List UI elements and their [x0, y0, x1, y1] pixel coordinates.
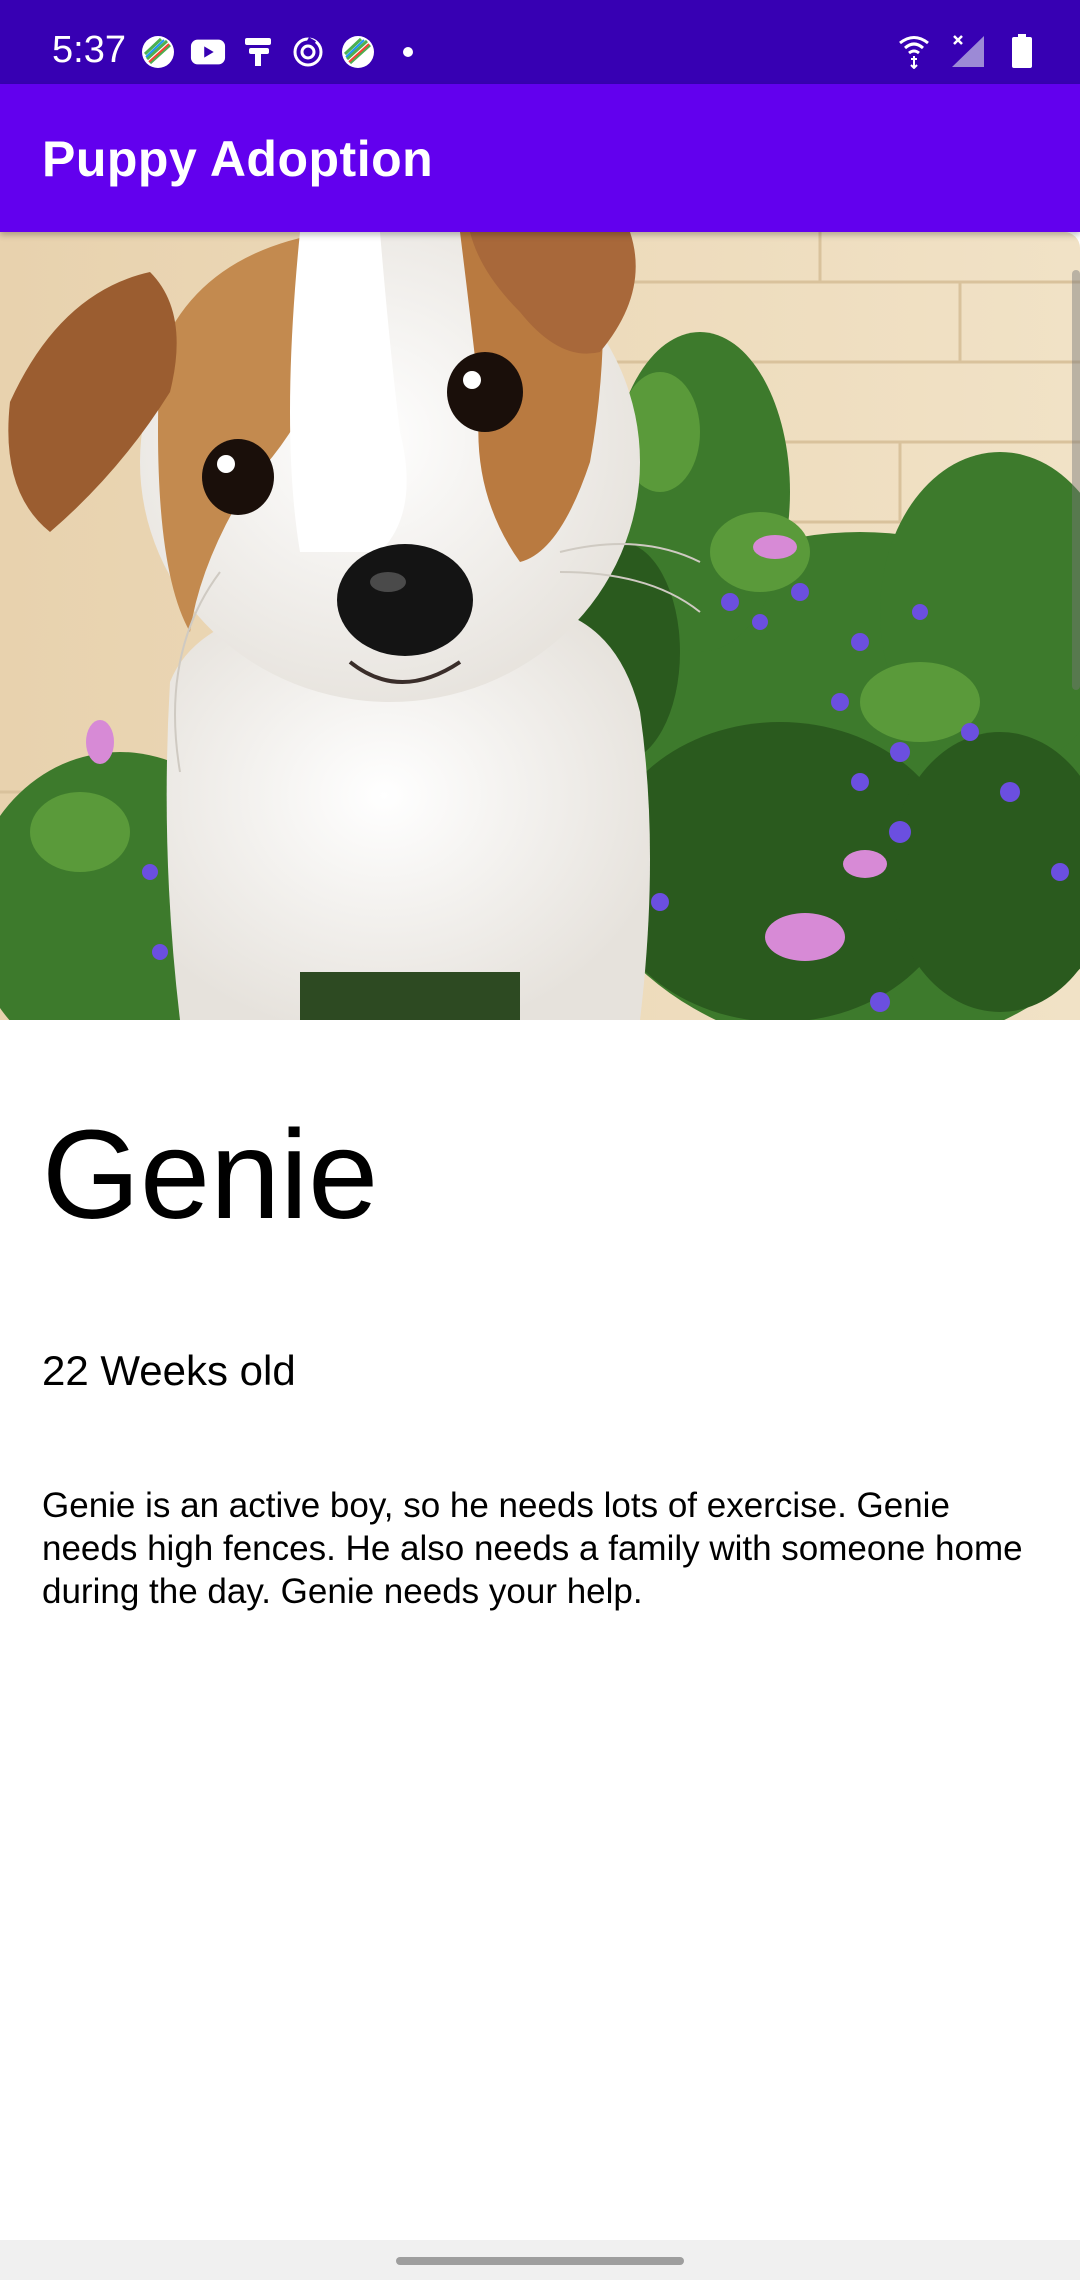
status-bar: 5:37: [0, 0, 1080, 84]
scrollbar[interactable]: [1072, 270, 1080, 690]
puppy-description: Genie is an active boy, so he needs lots…: [42, 1486, 1023, 1611]
app-title: Puppy Adoption: [42, 131, 434, 187]
sports-ball-icon: [340, 34, 376, 70]
sports-ball-icon: [140, 34, 176, 70]
navigation-bar: [0, 2240, 1080, 2280]
app-bar: Puppy Adoption: [0, 84, 1080, 232]
puppy-age: 22 Weeks old: [42, 1347, 296, 1394]
dot-icon: [390, 34, 426, 70]
sync-icon: [290, 34, 326, 70]
notification-icons: [140, 32, 440, 72]
bundle-icon: [240, 34, 276, 70]
system-icons: [878, 30, 1040, 72]
puppy-photo: [0, 232, 1080, 1020]
home-gesture-handle[interactable]: [396, 2257, 684, 2265]
youtube-icon: [190, 34, 226, 70]
status-time: 5:37: [52, 29, 126, 71]
cell-signal-off-icon: [950, 33, 986, 69]
wifi-icon: [896, 33, 932, 69]
puppy-name: Genie: [42, 1104, 379, 1245]
battery-icon: [1004, 33, 1040, 69]
